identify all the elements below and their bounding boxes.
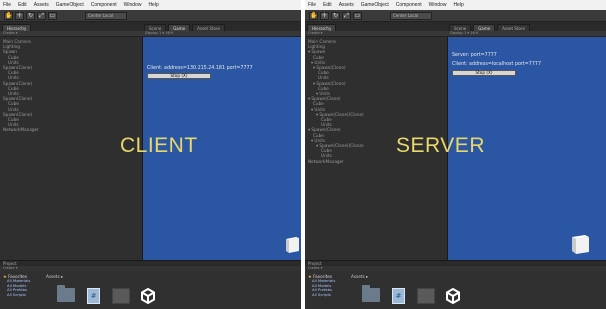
prefab-icon[interactable] xyxy=(417,288,435,304)
menu-gameobject[interactable]: GameObject xyxy=(56,2,84,8)
folder-icon[interactable] xyxy=(362,285,380,302)
unity-logo-icon[interactable] xyxy=(445,288,461,304)
rotate-tool-icon[interactable]: ↻ xyxy=(331,11,340,20)
unity-logo-icon[interactable] xyxy=(140,288,156,304)
scale-tool-icon[interactable]: ⤢ xyxy=(342,11,351,20)
unity-editor-server: File Edit Assets GameObject Component Wi… xyxy=(305,0,606,309)
menu-edit[interactable]: Edit xyxy=(323,2,332,8)
tab-game[interactable]: Game xyxy=(473,24,496,31)
overlay-label: CLIENT xyxy=(120,134,198,157)
menu-bar: File Edit Assets GameObject Component Wi… xyxy=(0,0,301,10)
overlay-label: SERVER xyxy=(396,134,485,157)
favorites-list: ★ Favorites All Materials All Models All… xyxy=(3,274,43,297)
prefab-icon[interactable] xyxy=(112,288,130,304)
client-status-label: Client: address=localhost port=7777 xyxy=(452,62,542,67)
move-tool-icon[interactable]: ✛ xyxy=(320,11,329,20)
folder-icon[interactable] xyxy=(57,285,75,302)
menu-component[interactable]: Component xyxy=(91,2,117,8)
hierarchy-item[interactable]: NetworkManager xyxy=(308,159,444,164)
project-panel: ★ Favorites All Materials All Models All… xyxy=(305,271,606,309)
tab-asset-store[interactable]: Asset Store xyxy=(192,24,225,31)
pivot-toggle[interactable]: Center Local xyxy=(85,11,127,20)
tab-game[interactable]: Game xyxy=(168,24,191,31)
hand-tool-icon[interactable]: ✋ xyxy=(309,11,318,20)
tab-scene[interactable]: Scene xyxy=(449,24,472,31)
menu-help[interactable]: Help xyxy=(453,2,463,8)
network-status-label: Client: address=130.215.24.181 port=7777 xyxy=(147,66,253,71)
view-tabstrip: Scene Game Asset Store xyxy=(447,22,606,31)
hierarchy-tabstrip: Hierarchy xyxy=(0,22,142,31)
menu-file[interactable]: File xyxy=(308,2,316,8)
assets-breadcrumb[interactable]: Assets ▸ xyxy=(46,274,63,279)
menu-bar: File Edit Assets GameObject Component Wi… xyxy=(305,0,606,10)
menu-assets[interactable]: Assets xyxy=(34,2,49,8)
rotate-tool-icon[interactable]: ↻ xyxy=(26,11,35,20)
toolbar: ✋ ✛ ↻ ⤢ ▭ Center Local xyxy=(305,10,606,22)
cube-object xyxy=(572,235,589,254)
tab-hierarchy[interactable]: Hierarchy xyxy=(2,24,32,31)
favorites-list: ★ Favorites All Materials All Models All… xyxy=(308,274,348,297)
menu-help[interactable]: Help xyxy=(148,2,158,8)
stop-button[interactable]: Stop (X) xyxy=(452,70,516,76)
menu-window[interactable]: Window xyxy=(124,2,142,8)
stop-button[interactable]: Stop (X) xyxy=(147,73,211,79)
tab-hierarchy[interactable]: Hierarchy xyxy=(307,24,337,31)
script-icon[interactable]: # xyxy=(87,288,100,304)
script-icon[interactable]: # xyxy=(392,288,405,304)
menu-component[interactable]: Component xyxy=(396,2,422,8)
menu-file[interactable]: File xyxy=(3,2,11,8)
hierarchy-item[interactable]: NetworkManager xyxy=(3,127,139,132)
menu-assets[interactable]: Assets xyxy=(339,2,354,8)
rect-tool-icon[interactable]: ▭ xyxy=(353,11,362,20)
tab-asset-store[interactable]: Asset Store xyxy=(497,24,530,31)
hierarchy-tabstrip: Hierarchy xyxy=(305,22,447,31)
view-tabstrip: Scene Game Asset Store xyxy=(142,22,301,31)
scale-tool-icon[interactable]: ⤢ xyxy=(37,11,46,20)
menu-gameobject[interactable]: GameObject xyxy=(361,2,389,8)
tab-scene[interactable]: Scene xyxy=(144,24,167,31)
favorite-item[interactable]: All Scripts xyxy=(3,292,43,298)
cube-object xyxy=(286,237,299,253)
pivot-toggle[interactable]: Center Local xyxy=(390,11,432,20)
menu-window[interactable]: Window xyxy=(429,2,447,8)
favorite-item[interactable]: All Scripts xyxy=(308,292,348,298)
assets-breadcrumb[interactable]: Assets ▸ xyxy=(351,274,368,279)
move-tool-icon[interactable]: ✛ xyxy=(15,11,24,20)
unity-editor-client: File Edit Assets GameObject Component Wi… xyxy=(0,0,301,309)
toolbar: ✋ ✛ ↻ ⤢ ▭ Center Local xyxy=(0,10,301,22)
rect-tool-icon[interactable]: ▭ xyxy=(48,11,57,20)
server-status-label: Server: port=7777 xyxy=(452,53,497,58)
project-panel: ★ Favorites All Materials All Models All… xyxy=(0,271,301,309)
menu-edit[interactable]: Edit xyxy=(18,2,27,8)
hand-tool-icon[interactable]: ✋ xyxy=(4,11,13,20)
